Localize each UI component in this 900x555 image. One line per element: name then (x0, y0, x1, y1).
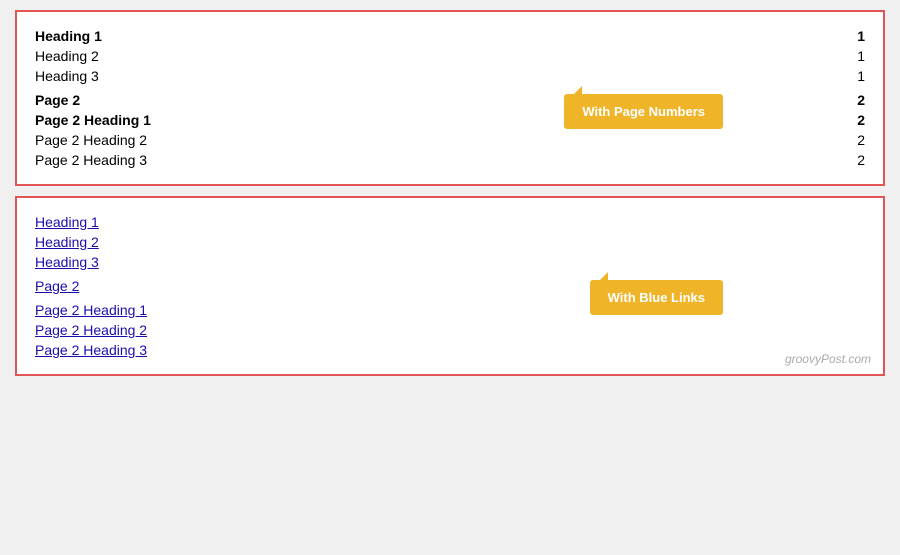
table-row: Page 2 Heading 22 (35, 130, 865, 150)
tooltip-blue-links: With Blue Links (590, 280, 723, 315)
table-row: Page 2 Heading 2 (35, 320, 865, 340)
tooltip-page-numbers: With Page Numbers (564, 94, 723, 129)
toc-table-links: Heading 1 Heading 2 Heading 3 Page 2 Page 2 … (35, 212, 865, 360)
table-row: Page 2 (35, 272, 865, 296)
toc-link[interactable]: Page 2 Heading 3 (35, 342, 147, 358)
toc-link[interactable]: Heading 2 (35, 234, 99, 250)
table-row: Page 2 Heading 1 (35, 296, 865, 320)
table-row: Heading 11 (35, 26, 865, 46)
toc-box-page-numbers: With Page Numbers Heading 11Heading 21He… (15, 10, 885, 186)
table-row: Heading 2 (35, 232, 865, 252)
table-row: Page 22 (35, 86, 865, 110)
tooltip-label: With Page Numbers (582, 104, 705, 119)
table-row: Page 2 Heading 32 (35, 150, 865, 170)
table-row: Heading 1 (35, 212, 865, 232)
watermark: groovyPost.com (785, 352, 871, 366)
toc-link[interactable]: Heading 3 (35, 254, 99, 270)
table-row: Page 2 Heading 12 (35, 110, 865, 130)
toc-link[interactable]: Page 2 Heading 2 (35, 322, 147, 338)
table-row: Heading 31 (35, 66, 865, 86)
toc-link[interactable]: Heading 1 (35, 214, 99, 230)
table-row: Heading 21 (35, 46, 865, 66)
toc-link[interactable]: Page 2 Heading 1 (35, 302, 147, 318)
toc-table-numbers: Heading 11Heading 21Heading 31Page 22Pag… (35, 26, 865, 170)
toc-link[interactable]: Page 2 (35, 278, 79, 294)
toc-box-blue-links: With Blue Links Heading 1Heading 2Headin… (15, 196, 885, 376)
table-row: Page 2 Heading 3 (35, 340, 865, 360)
tooltip-label-2: With Blue Links (608, 290, 705, 305)
table-row: Heading 3 (35, 252, 865, 272)
